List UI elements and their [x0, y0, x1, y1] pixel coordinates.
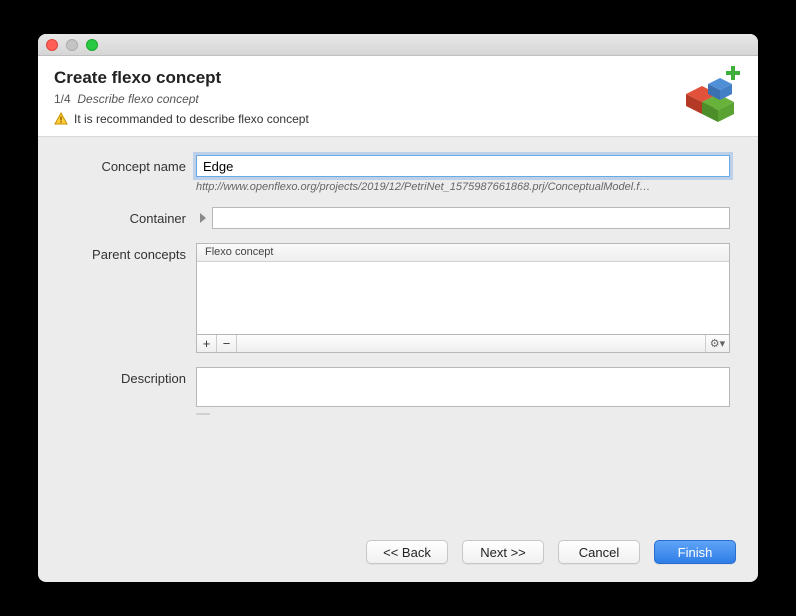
- concept-name-label: Concept name: [66, 155, 186, 174]
- wizard-logo-icon: [680, 64, 744, 128]
- concept-uri-hint: http://www.openflexo.org/projects/2019/1…: [196, 181, 730, 193]
- form-content: Concept name http://www.openflexo.org/pr…: [38, 137, 758, 526]
- parent-concepts-toolbar: + − ⚙▾: [196, 335, 730, 353]
- container-label: Container: [66, 211, 186, 226]
- minimize-icon[interactable]: [66, 39, 78, 51]
- description-textarea[interactable]: [196, 367, 730, 407]
- warning-icon: [54, 112, 68, 126]
- finish-button[interactable]: Finish: [654, 540, 736, 564]
- titlebar: [38, 34, 758, 56]
- chevron-right-icon[interactable]: [200, 213, 206, 223]
- back-button[interactable]: << Back: [366, 540, 448, 564]
- row-container: Container: [66, 207, 730, 229]
- parent-concepts-header: Flexo concept: [197, 244, 729, 262]
- add-button[interactable]: +: [197, 335, 217, 352]
- button-bar: << Back Next >> Cancel Finish: [38, 526, 758, 582]
- row-parent-concepts: Parent concepts Flexo concept + − ⚙▾: [66, 243, 730, 353]
- wizard-window: Create flexo concept 1/4 Describe flexo …: [38, 34, 758, 582]
- wizard-header: Create flexo concept 1/4 Describe flexo …: [38, 56, 758, 137]
- maximize-icon[interactable]: [86, 39, 98, 51]
- step-number: 1/4: [54, 92, 71, 106]
- parent-concepts-body[interactable]: [197, 262, 729, 334]
- gear-icon[interactable]: ⚙▾: [705, 335, 729, 352]
- container-input[interactable]: [212, 207, 730, 229]
- description-label: Description: [66, 367, 186, 386]
- warning-line: It is recommanded to describe flexo conc…: [54, 112, 742, 126]
- step-description: Describe flexo concept: [77, 92, 198, 106]
- next-button[interactable]: Next >>: [462, 540, 544, 564]
- concept-name-input[interactable]: [196, 155, 730, 177]
- step-indicator: 1/4 Describe flexo concept: [54, 92, 742, 106]
- cancel-button[interactable]: Cancel: [558, 540, 640, 564]
- parent-concepts-list[interactable]: Flexo concept: [196, 243, 730, 335]
- row-description: Description: [66, 367, 730, 415]
- close-icon[interactable]: [46, 39, 58, 51]
- page-title: Create flexo concept: [54, 68, 742, 88]
- parent-concepts-label: Parent concepts: [66, 243, 186, 262]
- row-concept-name: Concept name http://www.openflexo.org/pr…: [66, 155, 730, 193]
- remove-button[interactable]: −: [217, 335, 237, 352]
- warning-text: It is recommanded to describe flexo conc…: [74, 112, 309, 126]
- scrollbar[interactable]: [196, 413, 210, 415]
